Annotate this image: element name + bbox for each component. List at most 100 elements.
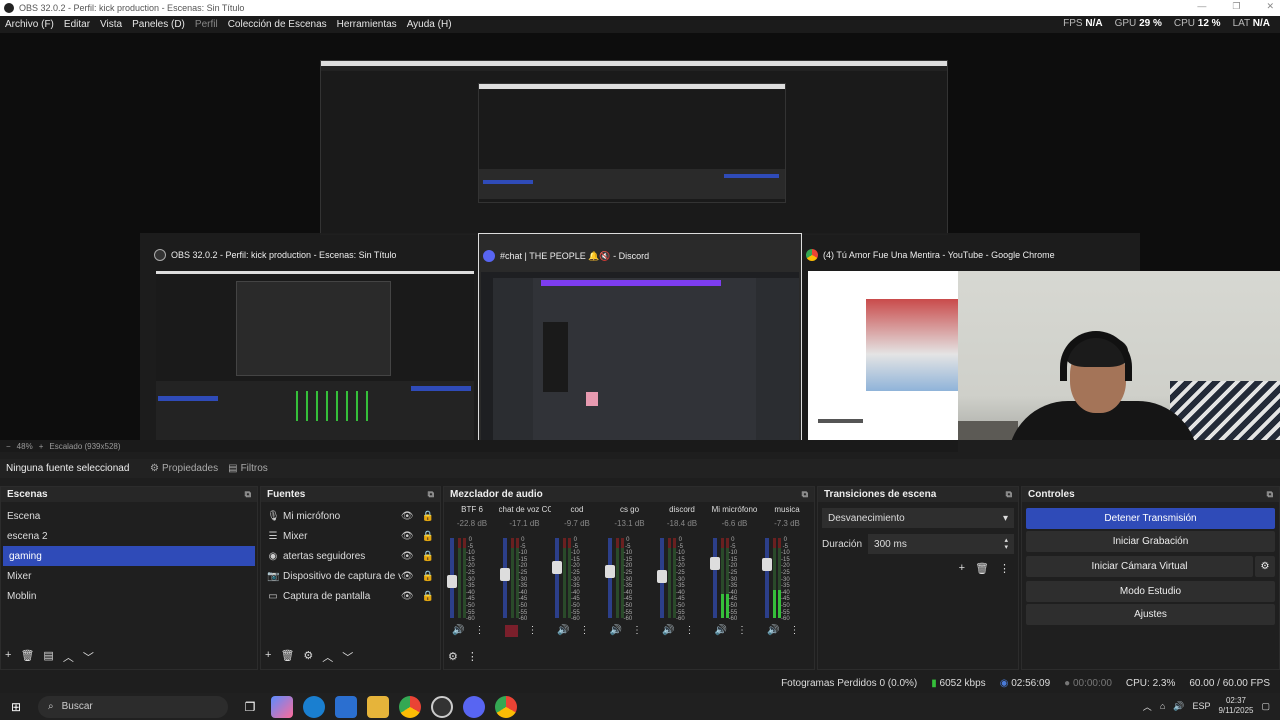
- file-explorer-icon[interactable]: [367, 695, 389, 718]
- speaker-icon[interactable]: 🔊: [610, 625, 622, 636]
- fader-knob[interactable]: [762, 558, 772, 571]
- lock-icon[interactable]: 🔒: [422, 531, 434, 542]
- speaker-icon[interactable]: 🔊: [557, 625, 569, 636]
- add-icon[interactable]: +: [265, 649, 271, 665]
- eye-icon[interactable]: 👁: [401, 571, 414, 582]
- undock-icon[interactable]: ⧉: [245, 489, 251, 500]
- volume-fader[interactable]: [499, 538, 510, 618]
- volume-fader[interactable]: [762, 538, 772, 618]
- source-item[interactable]: ☰ Mixer 👁 🔒: [261, 526, 440, 546]
- zoom-out-button[interactable]: −: [6, 442, 11, 451]
- chevron-up-icon[interactable]: ︿: [1143, 700, 1152, 713]
- undock-icon[interactable]: ⧉: [1006, 489, 1012, 500]
- source-item[interactable]: ◉ atertas seguidores 👁 🔒: [261, 546, 440, 566]
- menu-dots-icon[interactable]: ⋮: [528, 625, 538, 637]
- fader-knob[interactable]: [447, 575, 457, 588]
- add-icon[interactable]: +: [5, 649, 11, 665]
- fader-knob[interactable]: [604, 565, 615, 578]
- minimize-icon[interactable]: —: [1197, 1, 1206, 12]
- eye-icon[interactable]: 👁: [401, 551, 414, 562]
- zoom-in-button[interactable]: +: [39, 442, 44, 451]
- copilot-icon[interactable]: [271, 695, 293, 718]
- lock-icon[interactable]: 🔒: [422, 511, 434, 522]
- speaker-icon[interactable]: 🔊: [715, 625, 727, 636]
- eye-icon[interactable]: 👁: [401, 511, 414, 522]
- stop-streaming-button[interactable]: Detener Transmisión: [1026, 508, 1275, 529]
- menu-dots-icon[interactable]: ⋮: [999, 562, 1010, 575]
- chrome-taskbar-icon[interactable]: [495, 695, 517, 718]
- transition-select[interactable]: Desvanecimiento ▾: [822, 508, 1014, 528]
- undock-icon[interactable]: ⧉: [428, 489, 434, 500]
- menu-dots-icon[interactable]: ⋮: [467, 650, 478, 663]
- studio-mode-button[interactable]: Modo Estudio: [1026, 581, 1275, 602]
- start-recording-button[interactable]: Iniciar Grabación: [1026, 531, 1275, 552]
- move-down-icon[interactable]: ﹀: [342, 649, 353, 665]
- properties-button[interactable]: ⚙ Propiedades: [150, 463, 218, 474]
- menu-dots-icon[interactable]: ⋮: [474, 625, 484, 636]
- close-icon[interactable]: ✕: [1266, 1, 1274, 12]
- speaker-icon[interactable]: 🔊: [662, 625, 674, 636]
- chrome-icon[interactable]: [399, 695, 421, 718]
- start-icon[interactable]: ⊞: [5, 696, 27, 718]
- trash-icon[interactable]: 🗑: [280, 649, 294, 665]
- menu-dots-icon[interactable]: ⋮: [632, 625, 642, 636]
- filter-icon[interactable]: ▤: [43, 649, 53, 665]
- store-icon[interactable]: [335, 695, 357, 718]
- menu-dots-icon[interactable]: ⋮: [579, 625, 589, 636]
- trash-icon[interactable]: 🗑: [975, 562, 989, 575]
- undock-icon[interactable]: ⧉: [802, 489, 808, 500]
- muted-icon[interactable]: [504, 625, 518, 637]
- trash-icon[interactable]: 🗑: [20, 649, 34, 665]
- source-item[interactable]: 📷Dispositivo de captura de vide👁🔒: [261, 566, 440, 586]
- gear-icon[interactable]: ⚙: [303, 649, 313, 665]
- volume-fader[interactable]: [447, 538, 457, 618]
- menu-ayuda[interactable]: Ayuda (H): [402, 19, 457, 30]
- virtual-camera-button[interactable]: Iniciar Cámara Virtual: [1026, 556, 1253, 577]
- volume-fader[interactable]: [604, 538, 615, 618]
- eye-icon[interactable]: 👁: [401, 531, 414, 542]
- scene-item[interactable]: Moblin: [1, 586, 257, 606]
- task-window-discord[interactable]: #chat | THE PEOPLE 🔔🔇 - Discord: [478, 233, 802, 440]
- fader-knob[interactable]: [499, 568, 510, 581]
- edge-icon[interactable]: [303, 695, 325, 718]
- move-up-icon[interactable]: ︿: [63, 649, 74, 665]
- eye-icon[interactable]: 👁: [401, 591, 414, 602]
- menu-dots-icon[interactable]: ⋮: [684, 625, 694, 636]
- menu-herramientas[interactable]: Herramientas: [332, 19, 402, 30]
- volume-fader[interactable]: [657, 538, 667, 618]
- menu-dots-icon[interactable]: ⋮: [789, 625, 799, 636]
- fader-knob[interactable]: [709, 557, 720, 570]
- filters-button[interactable]: ▤ Filtros: [228, 463, 268, 474]
- move-down-icon[interactable]: ﹀: [83, 649, 94, 665]
- settings-button[interactable]: Ajustes: [1026, 604, 1275, 625]
- menu-editar[interactable]: Editar: [59, 19, 95, 30]
- speaker-icon[interactable]: 🔊: [452, 625, 464, 636]
- move-up-icon[interactable]: ︿: [322, 649, 333, 665]
- taskbar-clock[interactable]: 02:37 9/11/2025: [1218, 696, 1253, 716]
- source-item[interactable]: 🎙 Mi micrófono 👁 🔒: [261, 506, 440, 526]
- fader-knob[interactable]: [552, 561, 562, 574]
- advanced-audio-icon[interactable]: ⚙: [448, 650, 458, 663]
- maximize-icon[interactable]: ❐: [1232, 1, 1240, 12]
- scene-item[interactable]: escena 2: [1, 526, 257, 546]
- task-window-obs[interactable]: OBS 32.0.2 - Perfil: kick production - E…: [154, 233, 474, 440]
- obs-taskbar-icon[interactable]: [431, 695, 453, 718]
- lock-icon[interactable]: 🔒: [422, 591, 434, 602]
- menu-perfil[interactable]: Perfil: [190, 19, 223, 30]
- menu-dots-icon[interactable]: ⋮: [737, 625, 747, 636]
- preview-canvas[interactable]: OBS 32.0.2 - Perfil: kick production - E…: [0, 33, 1280, 440]
- undock-icon[interactable]: ⧉: [1267, 489, 1273, 500]
- network-icon[interactable]: ⌂: [1160, 701, 1165, 711]
- source-item[interactable]: ▭ Captura de pantalla 👁 🔒: [261, 586, 440, 606]
- fader-knob[interactable]: [657, 570, 667, 583]
- menu-coleccion-escenas[interactable]: Colección de Escenas: [223, 19, 332, 30]
- taskbar-search[interactable]: ⌕ Buscar: [38, 695, 228, 718]
- lock-icon[interactable]: 🔒: [422, 551, 434, 562]
- menu-archivo[interactable]: Archivo (F): [0, 19, 59, 30]
- lock-icon[interactable]: 🔒: [422, 571, 434, 582]
- task-view-icon[interactable]: ❐: [239, 696, 261, 718]
- volume-fader[interactable]: [709, 538, 720, 618]
- volume-fader[interactable]: [552, 538, 562, 618]
- duration-input[interactable]: 300 ms ▴ ▾: [868, 534, 1014, 554]
- volume-icon[interactable]: 🔊: [1173, 701, 1184, 712]
